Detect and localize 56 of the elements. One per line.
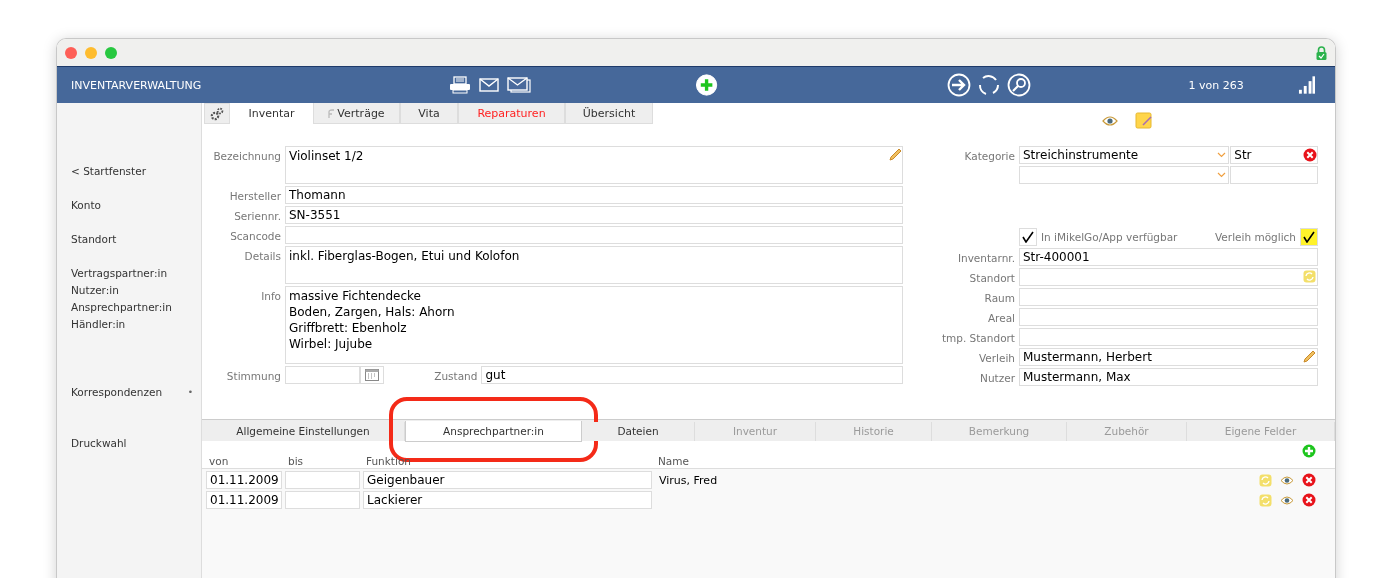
field-label: Raum	[983, 291, 1016, 304]
sidebar-link[interactable]: Standort	[71, 232, 117, 245]
tab[interactable]: Übersicht	[565, 103, 653, 124]
text-field[interactable]: Lackierer	[363, 491, 652, 509]
text-field[interactable]: Mustermann, Max	[1019, 368, 1318, 386]
contact-name: Virus, Fred	[659, 473, 718, 487]
field-label: tmp. Standort	[940, 331, 1016, 344]
field-label: Stimmung	[225, 369, 282, 382]
field-label: Details	[243, 249, 282, 262]
tab[interactable]: Dateien	[582, 421, 695, 441]
sidebar-link[interactable]: Ansprechpartner:in	[71, 300, 172, 313]
record-counter: 1 von 263	[1188, 78, 1244, 92]
field-label: Nutzer	[979, 371, 1016, 384]
text-field[interactable]: Mustermann, Herbert	[1019, 348, 1318, 366]
dropdown[interactable]: Streichinstrumente	[1019, 146, 1230, 164]
sidebar-link[interactable]: Händler:in	[71, 317, 126, 330]
sidebar-link[interactable]: Korrespondenzen	[71, 385, 163, 398]
field-label: Verleih	[977, 351, 1016, 364]
field-label: Scancode	[229, 229, 282, 242]
app-title: INVENTARVERWALTUNG	[71, 78, 203, 92]
sidebar-link[interactable]: < Startfenster	[71, 164, 146, 177]
text-field[interactable]: Thomann	[285, 186, 903, 204]
text-field[interactable]: gut	[481, 366, 903, 384]
checkbox-label: In iMikelGo/App verfügbar	[1040, 231, 1179, 243]
text-field[interactable]: Str-400001	[1019, 248, 1318, 266]
tab[interactable]: Ansprechpartner:in	[405, 421, 582, 442]
field-label: Hersteller	[228, 189, 282, 202]
text-field[interactable]: Geigenbauer	[363, 471, 652, 489]
sidebar-link[interactable]: Nutzer:in	[71, 283, 119, 296]
field-label: Bezeichnung	[212, 149, 282, 162]
field-label: Standort	[968, 271, 1016, 284]
column-header: von	[209, 455, 230, 468]
code-field[interactable]: Str	[1230, 146, 1318, 164]
column-header: Funktion	[366, 455, 412, 468]
column-header: bis	[288, 455, 305, 468]
sidebar-link[interactable]: Druckwahl	[71, 436, 127, 449]
tab[interactable]: Allgemeine Einstellungen	[202, 421, 405, 441]
text-field[interactable]: SN-3551	[285, 206, 903, 224]
sidebar-link[interactable]: Vertragspartner:in	[71, 266, 168, 279]
field-label: Info	[260, 289, 282, 302]
sidebar-link[interactable]: Konto	[71, 198, 101, 211]
column-header: Name	[658, 455, 689, 468]
sidebar-marker: •	[187, 386, 193, 397]
text-area[interactable]: Violinset 1/2	[285, 146, 903, 184]
field-label: Areal	[986, 311, 1016, 324]
date-field[interactable]: 01.11.2009	[206, 471, 282, 489]
date-field[interactable]: 01.11.2009	[206, 491, 282, 509]
text-area[interactable]: massive Fichtendecke Boden, Zargen, Hals: Ahorn Griffbrett: Ebenholz Wirbel: Jujube	[285, 286, 903, 364]
checkbox-label: Verleih möglich	[1214, 231, 1297, 243]
tab[interactable]: Vita	[400, 103, 458, 124]
field-label: Seriennr.	[233, 209, 282, 222]
field-label: Inventarnr.	[956, 251, 1016, 264]
tab[interactable]: Verträge	[313, 103, 400, 124]
text-area[interactable]: inkl. Fiberglas-Bogen, Etui und Kolofon	[285, 246, 903, 284]
field-label: Zustand	[433, 369, 479, 382]
field-label: Kategorie	[963, 149, 1016, 162]
